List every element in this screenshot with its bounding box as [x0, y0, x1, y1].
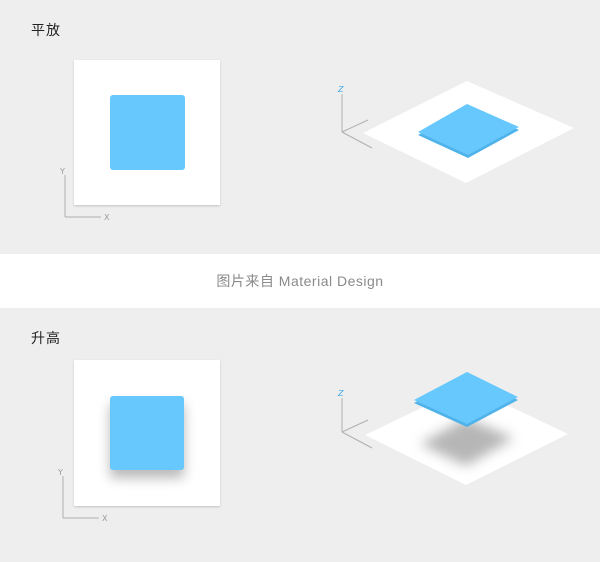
flat-iso-z-label: Z — [337, 85, 344, 94]
raised-section: 升高 Y X Z — [0, 308, 600, 562]
flat-blue-square — [110, 95, 185, 170]
raised-section-title: 升高 — [31, 331, 61, 347]
flat-section-title: 平放 — [31, 23, 61, 39]
raised-2d-x-label: X — [102, 514, 108, 523]
flat-2d-y-label: Y — [59, 167, 65, 176]
raised-2d-y-label: Y — [57, 468, 63, 477]
flat-section: 平放 Y X Z — [0, 0, 600, 254]
image-caption: 图片来自 Material Design — [216, 273, 384, 289]
raised-2d-axes: Y X — [57, 468, 108, 523]
flat-2d-axes: Y X — [59, 167, 110, 222]
raised-blue-square — [110, 396, 184, 470]
flat-isometric-view: Z — [337, 81, 574, 183]
flat-2d-x-label: X — [104, 213, 110, 222]
raised-iso-z-label: Z — [337, 389, 344, 398]
raised-isometric-view: Z — [337, 372, 568, 485]
